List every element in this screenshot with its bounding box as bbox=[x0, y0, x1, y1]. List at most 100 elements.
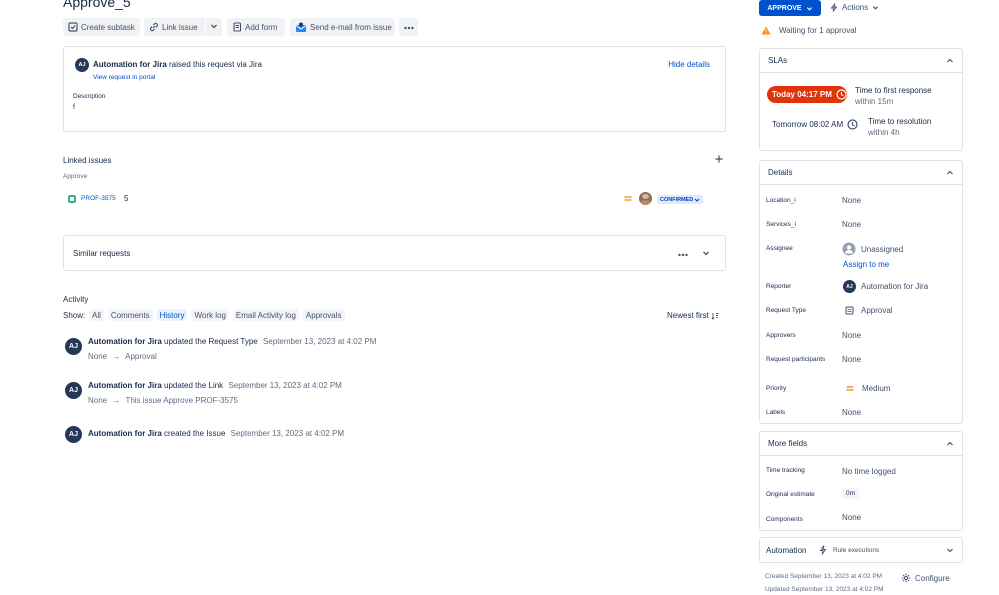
linked-issue-status: CONFIRMED bbox=[660, 196, 694, 203]
more-icon bbox=[403, 23, 414, 32]
link-issue-button[interactable]: Link issue bbox=[144, 18, 205, 36]
filter-approvals[interactable]: Approvals bbox=[302, 309, 345, 321]
create-subtask-label: Create subtask bbox=[81, 22, 135, 32]
participants-value[interactable]: None bbox=[842, 355, 861, 364]
add-form-label: Add form bbox=[245, 22, 278, 32]
chevron-down-icon bbox=[873, 6, 879, 10]
sla-title: Time to first response bbox=[855, 86, 932, 95]
more-actions-button[interactable] bbox=[399, 18, 418, 36]
slas-header[interactable]: SLAs bbox=[760, 49, 962, 73]
assignee-name: Unassigned bbox=[861, 244, 904, 254]
approve-label: APPROVE bbox=[767, 4, 802, 12]
add-linked-issue-button[interactable] bbox=[713, 154, 725, 166]
reporter-value[interactable]: AJ Automation for Jira bbox=[843, 280, 928, 293]
activity-action: created the Issue bbox=[164, 429, 226, 438]
original-estimate-value[interactable]: 0m bbox=[842, 488, 860, 499]
issue-title: Approve_5 bbox=[63, 0, 131, 10]
link-issue-dropdown-button[interactable] bbox=[206, 18, 222, 36]
filter-comments[interactable]: Comments bbox=[107, 309, 153, 321]
link-icon bbox=[149, 22, 159, 32]
list-item[interactable]: PROF-3575 5 CONFIRMED bbox=[63, 191, 726, 207]
request-raised-line: Automation for Jira raised this request … bbox=[93, 60, 262, 69]
email-icon bbox=[295, 22, 307, 32]
time-tracking-value[interactable]: No time logged bbox=[842, 467, 896, 476]
sla-badge-text: Today 04:17 PM bbox=[772, 90, 832, 99]
warning-icon bbox=[761, 26, 771, 35]
status-badge[interactable]: CONFIRMED bbox=[657, 195, 704, 204]
chevron-down-icon bbox=[210, 22, 218, 32]
story-icon bbox=[68, 195, 76, 203]
sla-sub: within 4h bbox=[868, 128, 900, 137]
approve-button[interactable]: APPROVE bbox=[759, 0, 821, 16]
location-value[interactable]: None bbox=[842, 196, 861, 205]
slas-card: SLAs Today 04:17 PM Time to first respon… bbox=[759, 48, 963, 151]
linked-issue-key[interactable]: PROF-3575 bbox=[81, 195, 116, 202]
sort-order-button[interactable]: Newest first bbox=[667, 311, 719, 320]
configure-button[interactable]: Configure bbox=[901, 573, 950, 583]
activity-time: September 13, 2023 at 4:02 PM bbox=[230, 429, 345, 438]
automation-heading: Automation bbox=[766, 546, 807, 555]
automation-card[interactable]: Automation Rule executions bbox=[759, 537, 963, 563]
details-card: Details Location_i None Services_i None … bbox=[759, 160, 963, 424]
assign-to-me-link[interactable]: Assign to me bbox=[843, 260, 889, 269]
sla-breached-badge: Today 04:17 PM bbox=[767, 86, 847, 103]
labels-value[interactable]: None bbox=[842, 408, 861, 417]
chevron-up-icon bbox=[947, 441, 953, 445]
add-form-button[interactable]: Add form bbox=[227, 18, 285, 36]
components-label: Components bbox=[766, 516, 803, 523]
view-request-in-portal-link[interactable]: View request in portal bbox=[93, 74, 155, 81]
priority-value[interactable]: Medium bbox=[846, 384, 890, 393]
activity-from: None bbox=[88, 352, 108, 361]
priority-medium-icon bbox=[624, 195, 632, 204]
slas-heading: SLAs bbox=[768, 56, 788, 65]
activity-change: None → This issue Approve PROF-3575 bbox=[88, 396, 238, 405]
plus-icon bbox=[715, 155, 723, 165]
approvers-value[interactable]: None bbox=[842, 331, 861, 340]
assignee-value[interactable]: Unassigned bbox=[842, 242, 903, 256]
details-header[interactable]: Details bbox=[760, 161, 962, 185]
request-details-card: AJ Automation for Jira raised this reque… bbox=[63, 46, 726, 132]
chevron-up-icon bbox=[947, 170, 953, 174]
chevron-down-icon bbox=[694, 198, 700, 202]
reporter-label: Reporter bbox=[766, 283, 792, 290]
configure-label: Configure bbox=[915, 573, 950, 583]
filter-email-activity-log[interactable]: Email Activity log bbox=[232, 309, 299, 321]
send-email-button[interactable]: Send e-mail from issue bbox=[290, 18, 395, 36]
description-label: Description bbox=[73, 93, 106, 100]
labels-label: Labels bbox=[766, 409, 786, 416]
clock-icon bbox=[847, 119, 858, 130]
request-raised-by: Automation for Jira bbox=[93, 60, 167, 69]
sort-icon bbox=[711, 312, 719, 320]
filter-history[interactable]: History bbox=[156, 309, 188, 321]
request-type-icon bbox=[845, 306, 854, 315]
filter-all[interactable]: All bbox=[89, 309, 104, 321]
list-item: AJ Automation for Jira created the Issue… bbox=[63, 426, 726, 450]
services-value[interactable]: None bbox=[842, 220, 861, 229]
components-value[interactable]: None bbox=[842, 513, 861, 522]
actions-button[interactable]: Actions bbox=[830, 3, 879, 12]
description-value: f bbox=[73, 104, 75, 111]
gear-icon bbox=[901, 573, 911, 583]
unassigned-avatar-icon bbox=[842, 242, 856, 256]
hide-details-button[interactable]: Hide details bbox=[668, 60, 710, 69]
priority-label: Priority bbox=[766, 385, 787, 392]
clock-icon bbox=[836, 89, 847, 100]
form-icon bbox=[232, 22, 242, 32]
arrow-right-icon: → bbox=[112, 352, 121, 361]
similar-requests-card[interactable]: Similar requests bbox=[63, 235, 726, 271]
create-subtask-button[interactable]: Create subtask bbox=[63, 18, 140, 36]
more-fields-card: More fields Time tracking No time logged… bbox=[759, 431, 963, 531]
priority-name: Medium bbox=[862, 384, 891, 393]
assignee-label: Assignee bbox=[766, 245, 793, 252]
more-fields-header[interactable]: More fields bbox=[760, 432, 962, 456]
activity-from: None bbox=[88, 396, 108, 405]
filter-work-log[interactable]: Work log bbox=[191, 309, 229, 321]
avatar: AJ bbox=[65, 338, 82, 355]
updated-timestamp: Updated September 13, 2023 at 4:02 PM bbox=[765, 586, 884, 593]
avatar: AJ bbox=[75, 58, 89, 72]
request-type-value[interactable]: Approval bbox=[845, 306, 893, 315]
similar-requests-label: Similar requests bbox=[73, 249, 131, 258]
more-icon[interactable] bbox=[678, 250, 688, 259]
chevron-down-icon[interactable] bbox=[702, 249, 710, 259]
sla-title: Time to resolution bbox=[868, 117, 932, 126]
